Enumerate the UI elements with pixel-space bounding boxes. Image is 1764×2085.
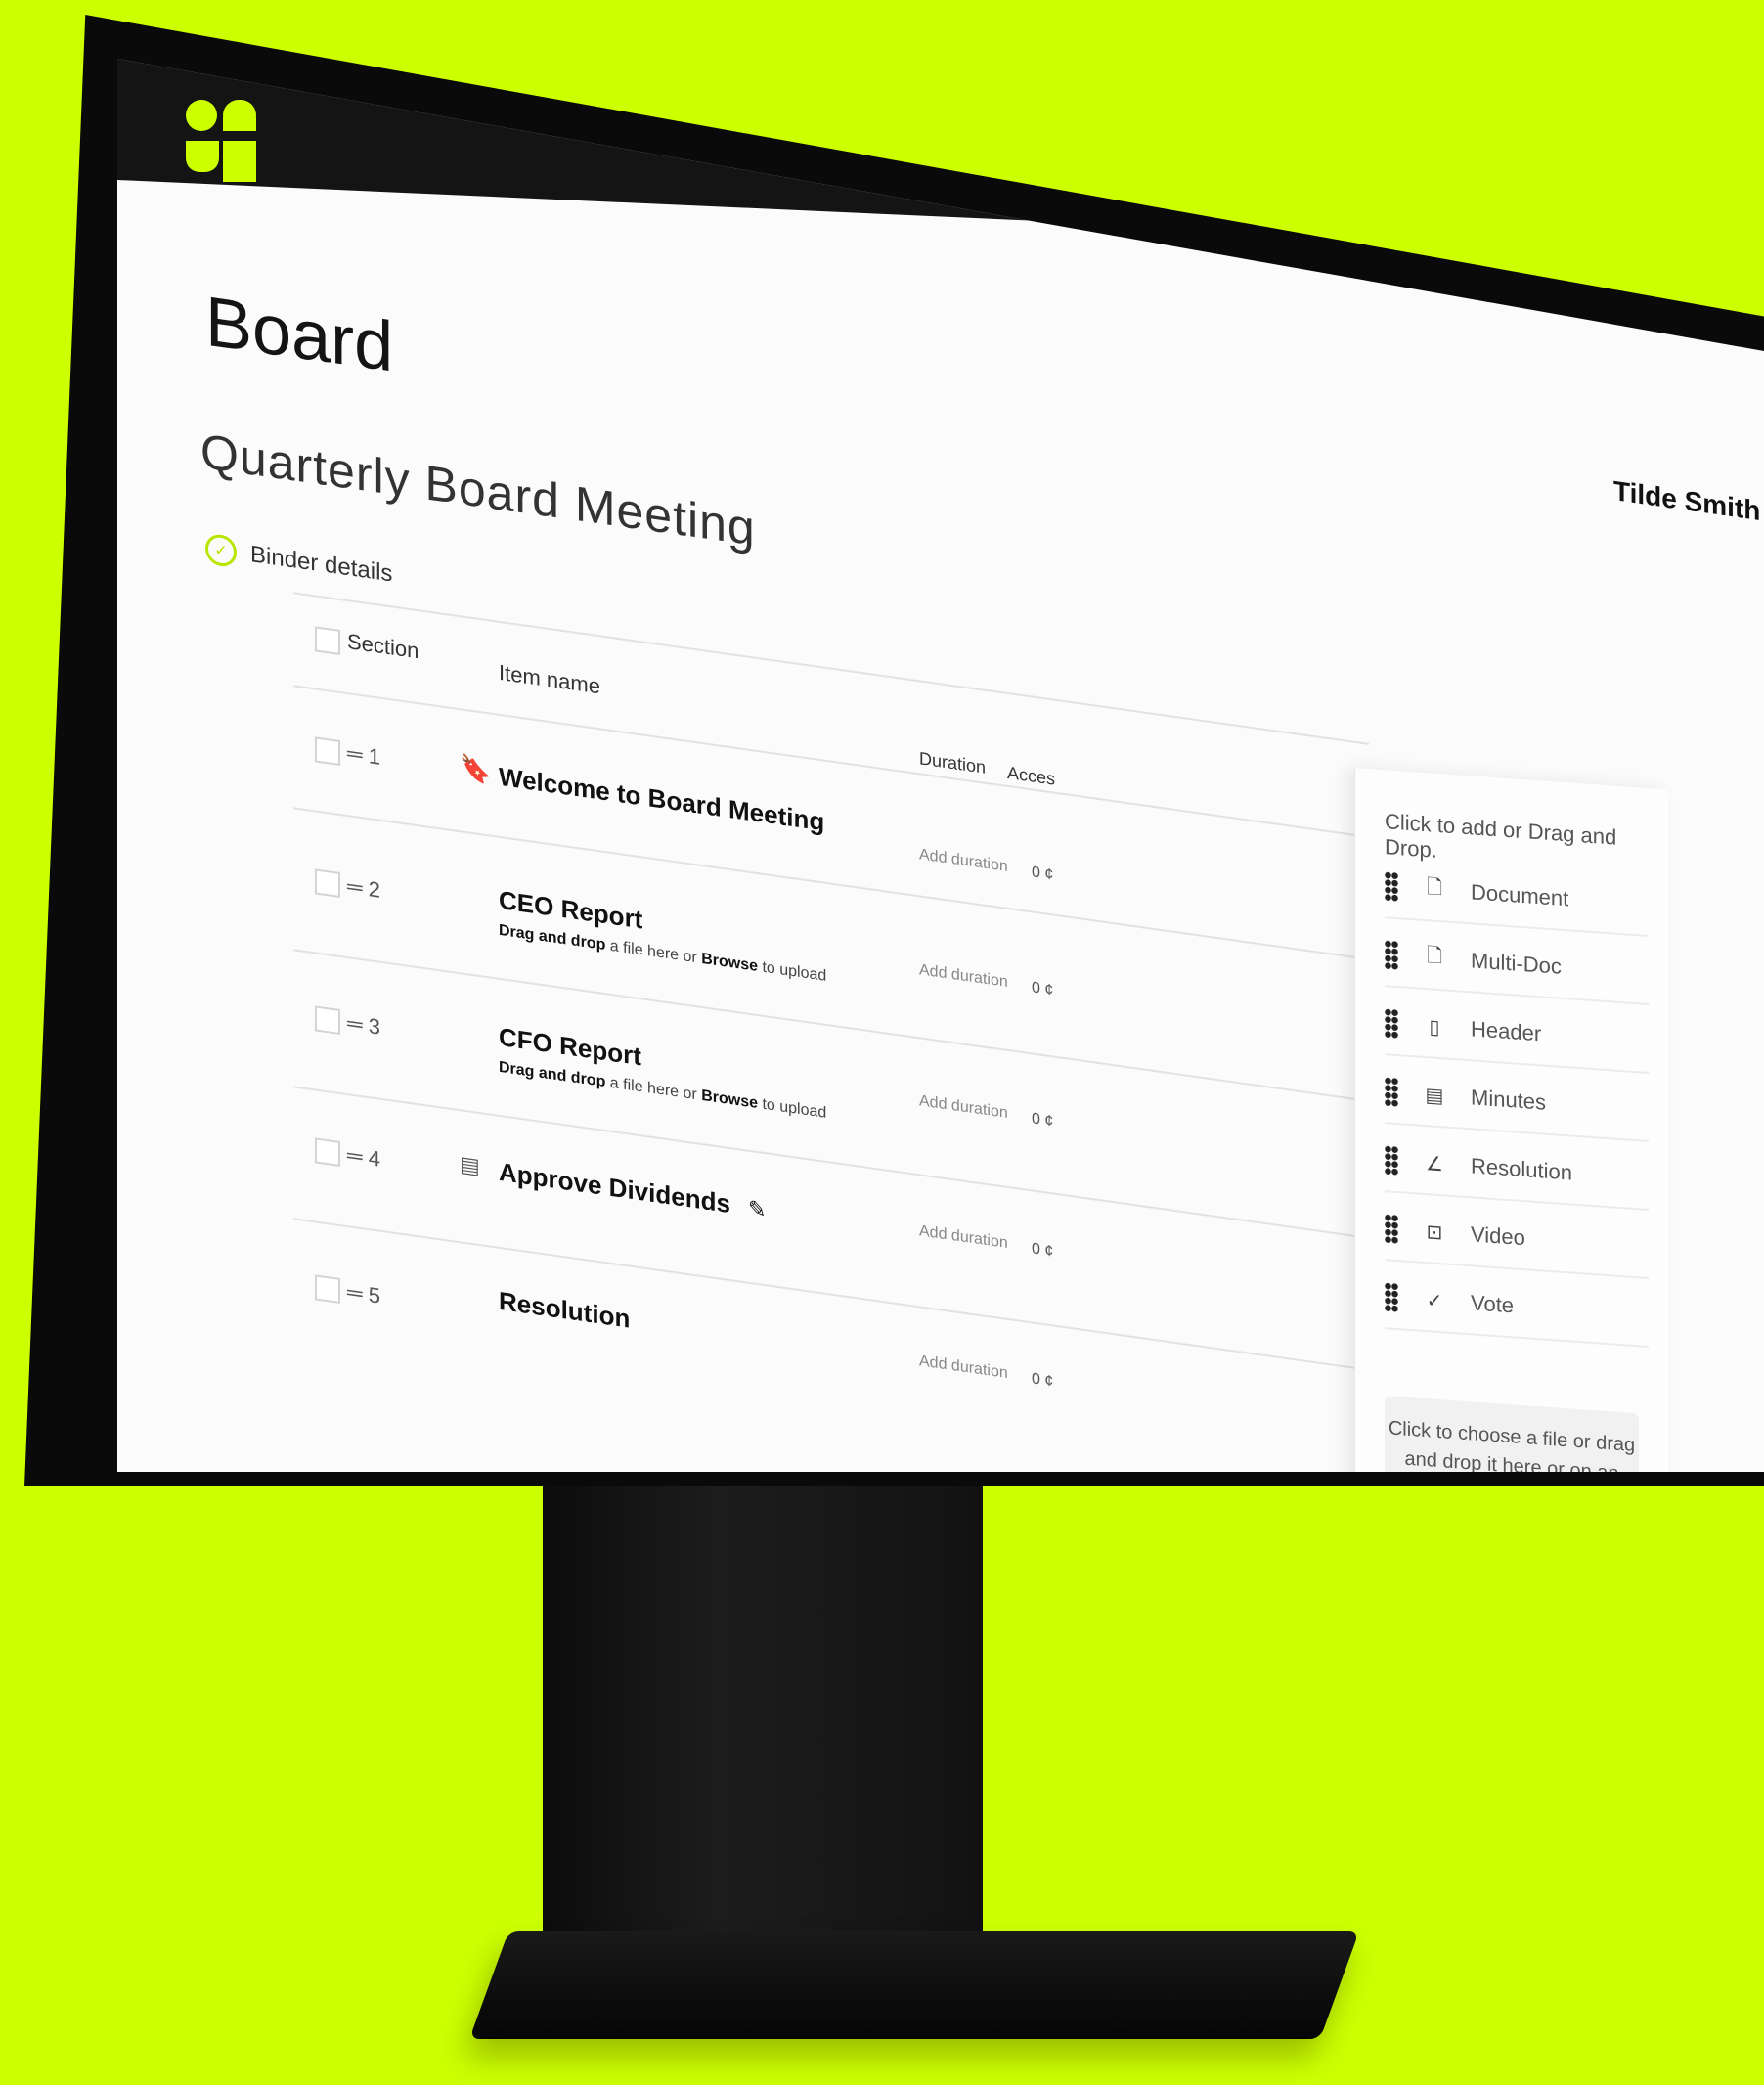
binder-details-label: Binder details (250, 541, 393, 588)
drag-handle-icon[interactable] (1385, 1282, 1398, 1313)
row-checkbox[interactable] (315, 868, 340, 899)
row-title: Resolution (499, 1285, 631, 1334)
monitor-stand-neck (543, 1428, 983, 1975)
vote-icon: ✓ (1426, 1289, 1443, 1312)
drag-handle-icon[interactable] (1385, 1077, 1398, 1108)
edit-pencil-icon[interactable]: ✎ (748, 1196, 766, 1223)
resolution-icon: ∠ (1426, 1152, 1443, 1176)
row-number: ═ 5 (347, 1279, 380, 1309)
panel-item-label: Vote (1471, 1290, 1515, 1318)
minutes-icon: ▤ (460, 1151, 480, 1179)
row-number: ═ 3 (347, 1010, 380, 1040)
row-title: Welcome to Board Meeting (499, 761, 825, 837)
divider (293, 1218, 1369, 1371)
column-header-section: Section (347, 629, 419, 664)
panel-item-label: Video (1471, 1221, 1525, 1251)
row-checkbox[interactable] (315, 1137, 340, 1168)
user-name: Tilde Smith (1613, 475, 1761, 527)
drag-handle-icon[interactable] (1385, 1008, 1398, 1040)
select-all-checkbox[interactable] (315, 626, 340, 656)
page-title: Board (205, 282, 394, 387)
upload-hint-mid: a file here or (609, 937, 697, 967)
panel-item-label: Resolution (1471, 1153, 1572, 1185)
panel-item-label: Header (1471, 1016, 1542, 1046)
divider (293, 949, 1369, 1102)
upload-hint-end: to upload (762, 958, 827, 985)
drag-handle-icon[interactable] (1385, 1214, 1398, 1245)
divider (293, 1086, 1369, 1239)
upload-hint: Drag and drop a file here or Browse to u… (499, 1059, 826, 1123)
row-checkbox[interactable] (315, 1274, 340, 1305)
meeting-title: Quarterly Board Meeting (200, 422, 756, 556)
panel-item-label: Document (1471, 879, 1569, 911)
video-icon: ⊡ (1426, 1220, 1443, 1244)
monitor-stand-base (468, 1931, 1360, 2039)
header-icon: ▯ (1429, 1015, 1440, 1039)
add-item-panel: Click to add or Drag and Drop. 🗋 Documen… (1354, 768, 1668, 1472)
browse-link[interactable]: Browse (701, 951, 758, 975)
multi-doc-icon: 🗋 (1426, 945, 1443, 968)
panel-item-header[interactable]: ▯ Header (1385, 993, 1649, 1075)
drag-handle-icon[interactable] (1385, 871, 1398, 903)
column-header-item-name: Item name (499, 659, 600, 699)
row-number: ═ 1 (347, 740, 380, 770)
upload-hint: Drag and drop a file here or Browse to u… (499, 922, 826, 986)
panel-item-video[interactable]: ⊡ Video (1385, 1198, 1649, 1280)
panel-item-label: Multi-Doc (1471, 948, 1562, 979)
panel-item-resolution[interactable]: ∠ Resolution (1385, 1130, 1649, 1212)
row-title-text: Approve Dividends (499, 1156, 730, 1220)
table-row[interactable]: ═ 1 🔖 Welcome to Board Meeting Add durat… (117, 59, 1764, 884)
browse-link[interactable]: Browse (701, 1087, 758, 1112)
divider (293, 592, 1369, 745)
add-duration-link[interactable]: Add duration (919, 961, 1008, 992)
table-row[interactable]: ═ 3 CFO Report Drag and drop a file here… (117, 59, 1764, 1131)
screen: Board Quarterly Board Meeting Tilde Smit… (117, 59, 1764, 1472)
panel-item-minutes[interactable]: ▤ Minutes (1385, 1061, 1649, 1143)
drag-handle-icon[interactable] (1385, 1145, 1398, 1176)
file-dropzone[interactable]: Click to choose a file or drag and drop … (1385, 1396, 1639, 1472)
panel-item-vote[interactable]: ✓ Vote (1385, 1266, 1649, 1349)
row-checkbox[interactable] (315, 736, 340, 767)
document-icon: 🗋 (1426, 876, 1443, 900)
user-menu[interactable]: Tilde Smith ▾ (1613, 474, 1764, 530)
panel-item-label: Minutes (1471, 1085, 1547, 1115)
divider (293, 807, 1369, 960)
check-circle-icon: ✓ (205, 532, 237, 569)
add-duration-link[interactable]: Add duration (919, 1353, 1008, 1383)
access-value: 0 ¢ (1032, 864, 1054, 884)
minutes-icon: ▤ (1425, 1084, 1444, 1107)
access-value: 0 ¢ (1032, 979, 1054, 999)
access-value: 0 ¢ (1032, 1240, 1054, 1261)
divider (293, 685, 1369, 838)
add-duration-link[interactable]: Add duration (919, 1222, 1008, 1253)
row-number: ═ 2 (347, 873, 380, 903)
add-duration-link[interactable]: Add duration (919, 1092, 1008, 1123)
binder-details-link[interactable]: ✓ Binder details (205, 532, 393, 591)
table-row[interactable]: ═ 5 Resolution Add duration 0 ¢ (117, 59, 1764, 1391)
bookmark-icon: 🔖 (460, 752, 492, 786)
upload-hint-end: to upload (762, 1095, 827, 1122)
monitor-bezel: Board Quarterly Board Meeting Tilde Smit… (24, 15, 1764, 1486)
row-title: Approve Dividends ✎ (499, 1157, 766, 1224)
add-duration-link[interactable]: Add duration (919, 846, 1008, 876)
upload-hint-mid: a file here or (609, 1074, 697, 1104)
table-row[interactable]: ═ 4 ▤ Approve Dividends ✎ Add duration 0 … (117, 59, 1764, 1261)
row-checkbox[interactable] (315, 1005, 340, 1036)
panel-item-multi-doc[interactable]: 🗋 Multi-Doc (1385, 924, 1649, 1006)
table-row[interactable]: ═ 2 CEO Report Drag and drop a file here… (117, 59, 1764, 999)
access-value: 0 ¢ (1032, 1110, 1054, 1131)
drag-handle-icon[interactable] (1385, 940, 1398, 971)
row-number: ═ 4 (347, 1142, 380, 1172)
access-value: 0 ¢ (1032, 1370, 1054, 1391)
